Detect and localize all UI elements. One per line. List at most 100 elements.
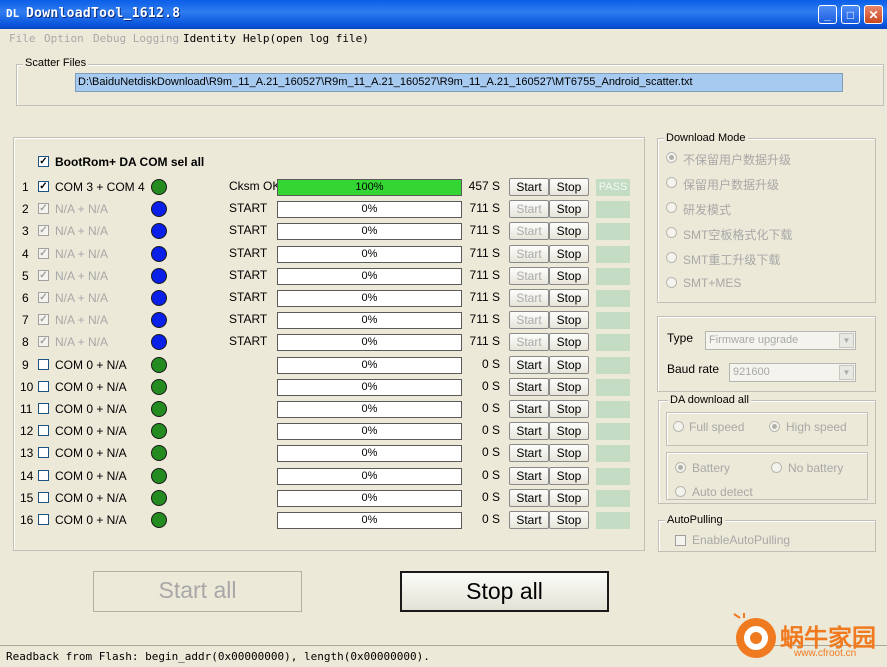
row-stop-button[interactable]: Stop [549,511,589,529]
enable-autopulling-checkbox[interactable] [675,535,686,546]
row-stop-button[interactable]: Stop [549,400,589,418]
row-checkbox[interactable] [38,359,49,370]
row-checkbox[interactable]: ✓ [38,314,49,325]
menu-help[interactable]: Help(open log file) [243,32,369,45]
row-checkbox[interactable] [38,514,49,525]
row-start-button[interactable]: Start [509,311,549,329]
row-index: 2 [22,202,29,216]
download-mode-radio[interactable] [666,177,677,188]
download-mode-radio[interactable] [666,277,677,288]
download-mode-radio[interactable] [666,202,677,213]
progress-bar: 0% [277,201,462,218]
row-checkbox[interactable] [38,447,49,458]
baud-rate-select[interactable]: 921600 ▼ [729,363,856,382]
maximize-icon[interactable]: □ [841,5,860,24]
download-mode-radio[interactable] [666,152,677,163]
status-dot-icon [151,246,167,262]
full-speed-radio[interactable] [673,421,684,432]
row-start-button[interactable]: Start [509,400,549,418]
row-stop-button[interactable]: Stop [549,422,589,440]
type-select-value: Firmware upgrade [709,334,799,346]
row-stop-button[interactable]: Stop [549,200,589,218]
row-start-button[interactable]: Start [509,489,549,507]
status-dot-icon [151,490,167,506]
row-checkbox[interactable] [38,403,49,414]
close-icon[interactable]: ✕ [864,5,883,24]
row-start-button[interactable]: Start [509,200,549,218]
row-stop-button[interactable]: Stop [549,378,589,396]
auto-detect-radio[interactable] [675,486,686,497]
row-result [596,379,630,396]
row-start-button[interactable]: Start [509,444,549,462]
row-port: N/A + N/A [55,335,109,349]
menu-debug-logging[interactable]: Debug Logging [93,32,179,45]
row-stop-button[interactable]: Stop [549,333,589,351]
start-all-button[interactable]: Start all [93,571,302,612]
row-start-button[interactable]: Start [509,222,549,240]
row-stop-button[interactable]: Stop [549,356,589,374]
row-stop-button[interactable]: Stop [549,222,589,240]
download-mode-radio[interactable] [666,227,677,238]
row-stop-button[interactable]: Stop [549,444,589,462]
menu-identity[interactable]: Identity [183,32,236,45]
stop-all-button[interactable]: Stop all [400,571,609,612]
type-label: Type [667,331,694,345]
row-time: 711 S [469,312,500,326]
row-port: N/A + N/A [55,202,109,216]
type-select[interactable]: Firmware upgrade ▼ [705,331,856,350]
progress-bar: 0% [277,312,462,329]
row-start-button[interactable]: Start [509,422,549,440]
row-stop-button[interactable]: Stop [549,489,589,507]
row-stop-button[interactable]: Stop [549,289,589,307]
row-start-button[interactable]: Start [509,333,549,351]
scatter-path-field[interactable]: D:\BaiduNetdiskDownload\R9m_11_A.21_1605… [75,73,843,92]
row-checkbox[interactable] [38,381,49,392]
row-start-button[interactable]: Start [509,356,549,374]
menu-file[interactable]: File [9,32,36,45]
row-status: START [229,312,268,326]
high-speed-radio[interactable] [769,421,780,432]
download-mode-label: Download Mode [664,132,748,144]
row-start-button[interactable]: Start [509,467,549,485]
row-checkbox[interactable]: ✓ [38,225,49,236]
row-time: 0 S [481,490,500,504]
row-checkbox[interactable]: ✓ [38,292,49,303]
row-result [596,290,630,307]
download-mode-option: SMT+MES [683,276,742,290]
minimize-icon[interactable]: _ [818,5,837,24]
row-stop-button[interactable]: Stop [549,311,589,329]
row-checkbox[interactable]: ✓ [38,181,49,192]
row-time: 0 S [481,379,500,393]
row-start-button[interactable]: Start [509,378,549,396]
row-checkbox[interactable]: ✓ [38,248,49,259]
progress-bar: 0% [277,401,462,418]
row-stop-button[interactable]: Stop [549,267,589,285]
row-start-button[interactable]: Start [509,245,549,263]
select-all-checkbox[interactable]: ✓ [38,156,49,167]
row-status: START [229,246,268,260]
battery-radio[interactable] [675,462,686,473]
status-dot-icon [151,468,167,484]
row-start-button[interactable]: Start [509,178,549,196]
row-start-button[interactable]: Start [509,511,549,529]
row-port: N/A + N/A [55,247,109,261]
title-bar[interactable]: DL DownloadTool_1612.8 _ □ ✕ [0,0,887,29]
row-checkbox[interactable] [38,492,49,503]
row-checkbox[interactable] [38,425,49,436]
row-result [596,490,630,507]
row-start-button[interactable]: Start [509,267,549,285]
menu-option[interactable]: Option [44,32,84,45]
row-stop-button[interactable]: Stop [549,245,589,263]
status-dot-icon [151,445,167,461]
row-stop-button[interactable]: Stop [549,467,589,485]
row-start-button[interactable]: Start [509,289,549,307]
row-checkbox[interactable] [38,470,49,481]
row-checkbox[interactable]: ✓ [38,336,49,347]
row-stop-button[interactable]: Stop [549,178,589,196]
no-battery-radio[interactable] [771,462,782,473]
download-mode-radio[interactable] [666,252,677,263]
row-checkbox[interactable]: ✓ [38,270,49,281]
row-checkbox[interactable]: ✓ [38,203,49,214]
progress-bar: 0% [277,379,462,396]
high-speed-label: High speed [786,420,847,434]
